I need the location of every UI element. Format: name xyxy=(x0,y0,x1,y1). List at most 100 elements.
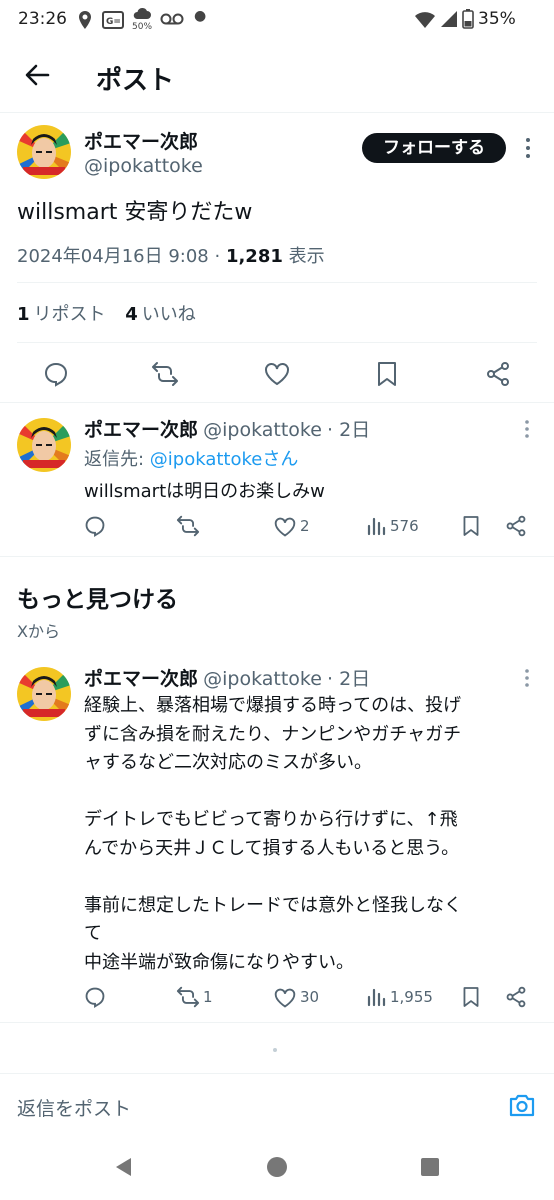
reposts-stat[interactable]: 1 リポスト xyxy=(17,304,106,325)
text-line xyxy=(84,778,544,807)
nav-back-icon[interactable] xyxy=(113,1156,135,1178)
news-app-icon: G= xyxy=(102,11,124,29)
status-time: 23:26 xyxy=(18,9,67,29)
reply-share-icon[interactable] xyxy=(505,515,527,537)
author-name[interactable]: ポエマー次郎 xyxy=(84,127,198,154)
text-line: て xyxy=(84,923,102,944)
likes-count: 4 xyxy=(125,304,138,325)
share-icon[interactable] xyxy=(485,361,511,387)
replying-to-link[interactable]: @ipokattokeさん xyxy=(150,449,299,470)
post-meta: 2024年04月16日 9:08 · 1,281 表示 xyxy=(17,242,325,268)
nav-home-icon[interactable] xyxy=(266,1156,288,1178)
wifi-icon xyxy=(415,12,435,28)
discover-time-ago: · 2日 xyxy=(327,668,371,690)
main-action-bar xyxy=(0,350,554,398)
text-line: ずに含み損を耐えたり、ナンピンやガチャガチ xyxy=(84,723,462,745)
likes-stat[interactable]: 4 いいね xyxy=(125,304,196,325)
nav-recents-icon[interactable] xyxy=(420,1157,440,1177)
reply-post[interactable]: ポエマー次郎 @ipokattoke · 2日 返信先: @ipokattoke… xyxy=(0,403,554,555)
replying-to: 返信先: @ipokattokeさん xyxy=(84,445,298,471)
reply-divider xyxy=(0,556,554,557)
text-line: んでから天井ＪＣして損する人もいると思う。 xyxy=(84,837,460,859)
author-handle[interactable]: @ipokattoke xyxy=(84,155,203,177)
likes-label: いいね xyxy=(141,304,196,325)
net-speed: 50% xyxy=(132,22,153,32)
discover-repost-count: 1 xyxy=(203,988,213,1006)
meta-separator: · xyxy=(208,246,226,267)
system-nav-bar xyxy=(0,1136,554,1200)
text-line: 事前に想定したトレードでは意外と怪我しなく xyxy=(84,894,462,916)
text-line: ャするなど二次対応のミスが多い。 xyxy=(84,752,372,773)
discover-views-icon[interactable] xyxy=(366,987,386,1007)
engagement-stats: 1 リポスト 4 いいね xyxy=(17,300,196,326)
discover-post-text: 経験上、暴落相場で爆損する時ってのは、投げ ずに含み損を耐えたり、ナンピンやガチ… xyxy=(84,692,544,977)
top-app-bar: ポスト xyxy=(0,40,554,112)
post-datetime: 2024年04月16日 9:08 xyxy=(17,246,209,267)
text-line xyxy=(84,863,544,892)
stats-divider xyxy=(17,342,537,343)
discover-author-handle[interactable]: @ipokattoke xyxy=(203,668,322,690)
cloud-icon xyxy=(133,7,151,19)
views-count: 1,281 xyxy=(225,246,283,267)
discover-post[interactable]: ポエマー次郎 @ipokattoke · 2日 経験上、暴落相場で爆損する時って… xyxy=(0,652,554,1022)
reply-author-line: ポエマー次郎 @ipokattoke · 2日 xyxy=(84,415,370,442)
reply-views-icon[interactable] xyxy=(366,516,386,536)
discover-like-count: 30 xyxy=(300,988,320,1006)
text-line: 中途半端が致命傷になりやすい。 xyxy=(84,951,354,973)
replying-to-prefix: 返信先: xyxy=(84,449,150,470)
discover-more-icon[interactable] xyxy=(520,667,534,689)
reposts-label: リポスト xyxy=(33,304,106,325)
more-options-icon[interactable] xyxy=(516,135,540,161)
reply-bookmark-icon[interactable] xyxy=(462,515,480,537)
camera-icon[interactable] xyxy=(508,1092,536,1118)
page-title: ポスト xyxy=(96,66,175,96)
reply-like-count: 2 xyxy=(300,517,310,535)
status-bar: 23:26 G= 50% ● 35% xyxy=(0,0,554,40)
signal-icon xyxy=(441,11,457,27)
notification-dot: ● xyxy=(194,8,207,24)
author-avatar[interactable] xyxy=(17,125,71,179)
reply-author-name[interactable]: ポエマー次郎 xyxy=(84,419,198,441)
reply-repost-icon[interactable] xyxy=(176,515,200,537)
reply-composer[interactable]: 返信をポスト xyxy=(0,1074,554,1136)
reply-input-placeholder[interactable]: 返信をポスト xyxy=(17,1094,131,1121)
discover-divider xyxy=(0,1022,554,1023)
repost-icon[interactable] xyxy=(151,361,179,387)
reply-author-avatar[interactable] xyxy=(17,418,71,472)
like-icon[interactable] xyxy=(264,361,290,387)
battery-percent: 35% xyxy=(478,9,516,29)
reposts-count: 1 xyxy=(17,304,30,325)
discover-views-count: 1,955 xyxy=(390,988,433,1006)
discover-title: もっと見つける xyxy=(17,587,178,613)
discover-author-avatar[interactable] xyxy=(17,667,71,721)
battery-icon xyxy=(462,9,474,29)
location-icon xyxy=(79,11,91,29)
views-label: 表示 xyxy=(282,246,325,267)
follow-button[interactable]: フォローする xyxy=(362,133,506,163)
bookmark-icon[interactable] xyxy=(376,361,398,387)
discover-repost-icon[interactable] xyxy=(176,986,200,1008)
post-text: willsmart 安寄りだたw xyxy=(17,200,253,225)
back-arrow-icon[interactable] xyxy=(24,62,50,88)
loading-indicator xyxy=(273,1048,277,1052)
discover-subtitle: Xから xyxy=(17,622,60,641)
text-line: デイトレでもビビって寄りから行けずに、↑飛 xyxy=(84,809,458,830)
meta-divider xyxy=(17,282,537,283)
reply-like-icon[interactable] xyxy=(274,516,296,538)
reply-icon[interactable] xyxy=(43,361,69,387)
discover-bookmark-icon[interactable] xyxy=(462,986,480,1008)
reply-views-count: 576 xyxy=(390,517,419,535)
svg-text:G=: G= xyxy=(106,17,121,27)
text-line: 経験上、暴落相場で爆損する時ってのは、投げ xyxy=(84,695,462,716)
reply-reply-icon[interactable] xyxy=(84,515,106,537)
discover-share-icon[interactable] xyxy=(505,986,527,1008)
voicemail-icon xyxy=(160,13,184,25)
discover-author-name[interactable]: ポエマー次郎 xyxy=(84,668,198,690)
reply-time-ago: · 2日 xyxy=(327,419,371,441)
reply-more-icon[interactable] xyxy=(520,418,534,440)
discover-reply-icon[interactable] xyxy=(84,986,106,1008)
discover-author-line: ポエマー次郎 @ipokattoke · 2日 xyxy=(84,664,370,691)
reply-author-handle[interactable]: @ipokattoke xyxy=(203,419,322,441)
discover-like-icon[interactable] xyxy=(274,987,296,1009)
reply-text: willsmartは明日のお楽しみw xyxy=(84,481,325,502)
